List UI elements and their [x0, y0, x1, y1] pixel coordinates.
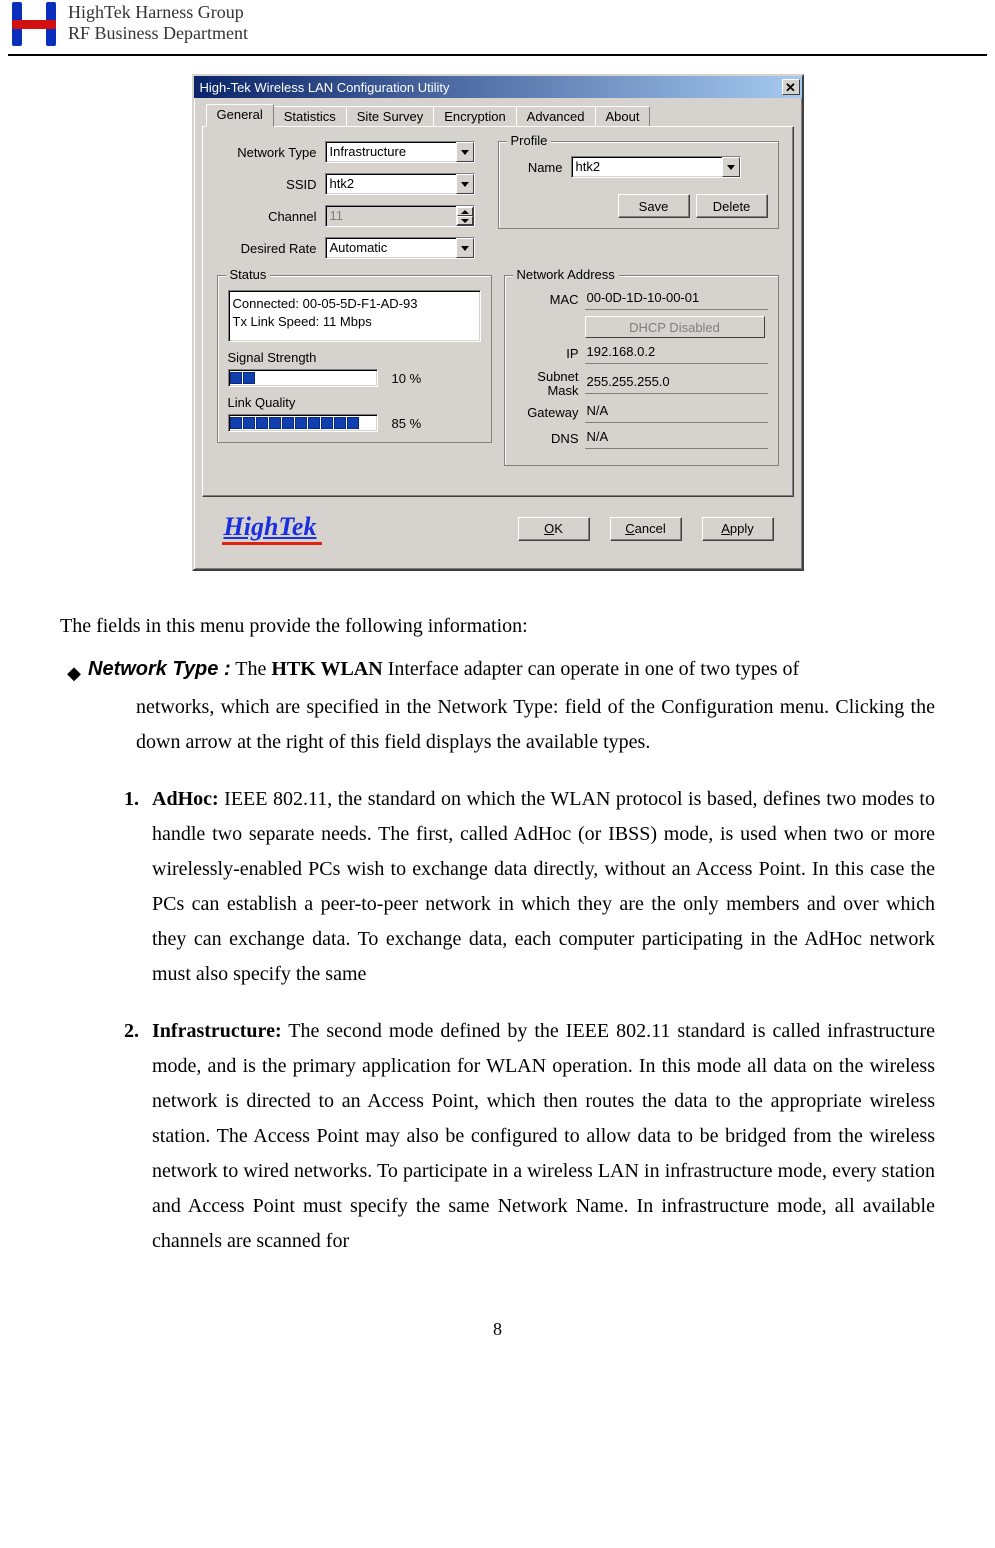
- close-icon[interactable]: ✕: [782, 79, 800, 95]
- desired-rate-label: Desired Rate: [217, 241, 317, 256]
- document-body: The fields in this menu provide the foll…: [0, 571, 995, 1259]
- config-dialog: High-Tek Wireless LAN Configuration Util…: [192, 74, 804, 571]
- signal-strength-label: Signal Strength: [228, 350, 481, 365]
- item-lead: Infrastructure:: [152, 1020, 282, 1042]
- status-groupbox: Status Connected: 00-05-5D-F1-AD-93 Tx L…: [217, 275, 492, 443]
- dialog-button-bar: HighTek OK Cancel Apply: [202, 498, 794, 561]
- dns-label: DNS: [515, 432, 579, 446]
- header-rule: [8, 54, 987, 56]
- status-readout: Connected: 00-05-5D-F1-AD-93 Tx Link Spe…: [228, 290, 481, 342]
- network-type-label: Network Type: [217, 145, 317, 160]
- tab-advanced[interactable]: Advanced: [516, 106, 596, 127]
- window-title: High-Tek Wireless LAN Configuration Util…: [200, 80, 782, 95]
- intro-text: The fields in this menu provide the foll…: [60, 609, 935, 644]
- ssid-select[interactable]: htk2: [325, 173, 475, 195]
- mac-value: 00-0D-1D-10-00-01: [585, 290, 768, 310]
- status-legend: Status: [226, 267, 271, 282]
- ssid-label: SSID: [217, 177, 317, 192]
- network-address-legend: Network Address: [513, 267, 619, 282]
- profile-name-value: htk2: [572, 157, 722, 177]
- titlebar: High-Tek Wireless LAN Configuration Util…: [194, 76, 802, 98]
- status-link-speed: Tx Link Speed: 11 Mbps: [233, 313, 476, 331]
- tab-site-survey[interactable]: Site Survey: [346, 106, 434, 127]
- item-number: 1.: [124, 782, 152, 992]
- profile-name-select[interactable]: htk2: [571, 156, 741, 178]
- bullet-icon: ◆: [60, 652, 88, 690]
- header-text: HighTek Harness Group RF Business Depart…: [68, 2, 248, 43]
- mac-label: MAC: [515, 293, 579, 307]
- link-quality-meter: [228, 414, 378, 432]
- ssid-value: htk2: [326, 174, 456, 194]
- apply-button[interactable]: Apply: [702, 517, 774, 541]
- chevron-down-icon[interactable]: [722, 157, 740, 177]
- tab-general[interactable]: General: [206, 104, 274, 127]
- item-text: IEEE 802.11, the standard on which the W…: [152, 788, 935, 985]
- network-type-value: Infrastructure: [326, 142, 456, 162]
- channel-label: Channel: [217, 209, 317, 224]
- tab-encryption[interactable]: Encryption: [433, 106, 516, 127]
- nt-title: Network Type :: [88, 658, 231, 680]
- department-name: RF Business Department: [68, 23, 248, 44]
- dns-value: N/A: [585, 429, 768, 449]
- list-item: 2. Infrastructure: The second mode defin…: [124, 1014, 935, 1259]
- dhcp-button: DHCP Disabled: [585, 316, 765, 338]
- cancel-button[interactable]: Cancel: [610, 517, 682, 541]
- chevron-down-icon[interactable]: [456, 238, 474, 258]
- channel-spinner: 11: [325, 205, 475, 227]
- profile-legend: Profile: [507, 133, 552, 148]
- channel-value: 11: [326, 206, 456, 226]
- item-number: 2.: [124, 1014, 152, 1259]
- bullet-network-type: ◆ Network Type : The HTK WLAN Interface …: [60, 652, 935, 690]
- list-item: 1. AdHoc: IEEE 802.11, the standard on w…: [124, 782, 935, 992]
- ip-label: IP: [515, 347, 579, 361]
- nt-body-rest: networks, which are specified in the Net…: [60, 690, 935, 760]
- signal-strength-meter: [228, 369, 378, 387]
- page-number: 8: [0, 1319, 995, 1360]
- spin-buttons: [456, 206, 474, 226]
- link-quality-pct: 85 %: [392, 416, 422, 431]
- link-quality-label: Link Quality: [228, 395, 481, 410]
- desired-rate-select[interactable]: Automatic: [325, 237, 475, 259]
- status-connected: Connected: 00-05-5D-F1-AD-93: [233, 295, 476, 313]
- subnet-value: 255.255.255.0: [585, 374, 768, 394]
- delete-button[interactable]: Delete: [696, 194, 768, 218]
- company-logo: [8, 2, 60, 46]
- desired-rate-value: Automatic: [326, 238, 456, 258]
- signal-strength-pct: 10 %: [392, 371, 422, 386]
- tab-about[interactable]: About: [595, 106, 651, 127]
- company-name: HighTek Harness Group: [68, 2, 248, 23]
- ip-value: 192.168.0.2: [585, 344, 768, 364]
- page-header: HighTek Harness Group RF Business Depart…: [0, 0, 995, 50]
- tab-statistics[interactable]: Statistics: [273, 106, 347, 127]
- chevron-down-icon[interactable]: [456, 174, 474, 194]
- tab-panel-general: Network Type Infrastructure SSID htk2: [202, 126, 794, 497]
- save-button[interactable]: Save: [618, 194, 690, 218]
- network-address-groupbox: Network Address MAC 00-0D-1D-10-00-01 DH…: [504, 275, 779, 466]
- ok-button[interactable]: OK: [518, 517, 590, 541]
- brand-logo: HighTek: [222, 512, 323, 545]
- item-text: The second mode defined by the IEEE 802.…: [152, 1020, 935, 1252]
- network-type-select[interactable]: Infrastructure: [325, 141, 475, 163]
- gateway-value: N/A: [585, 403, 768, 423]
- tab-strip: General Statistics Site Survey Encryptio…: [202, 106, 794, 127]
- subnet-label: Subnet Mask: [515, 370, 579, 397]
- gateway-label: Gateway: [515, 406, 579, 420]
- chevron-down-icon[interactable]: [456, 142, 474, 162]
- profile-name-label: Name: [509, 160, 563, 175]
- profile-groupbox: Profile Name htk2 Save Delete: [498, 141, 779, 229]
- item-lead: AdHoc:: [152, 788, 219, 810]
